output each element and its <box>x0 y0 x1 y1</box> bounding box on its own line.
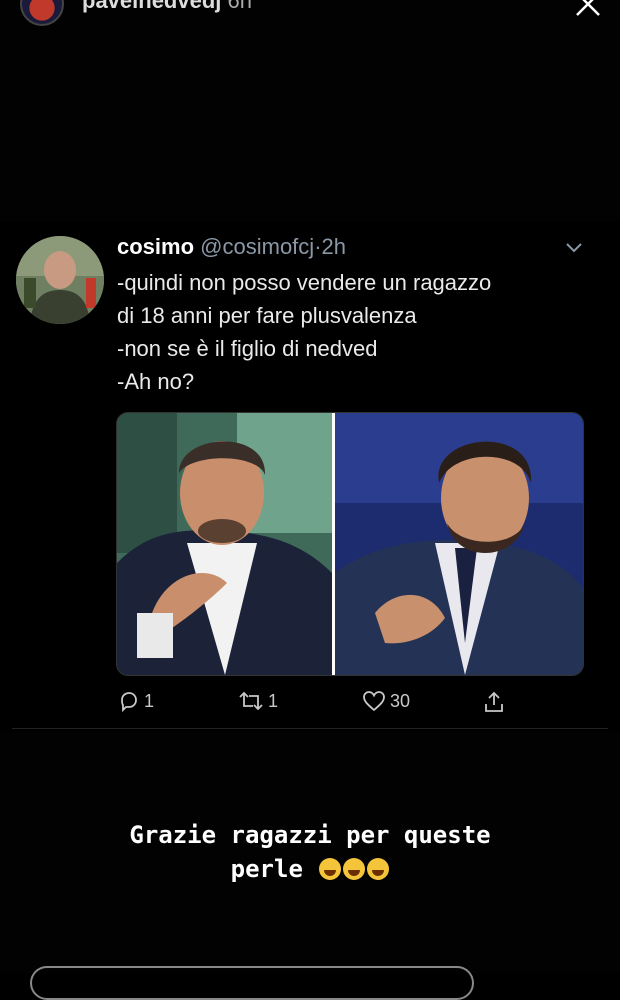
tweet-text-line: -Ah no? <box>117 369 195 394</box>
tweet-avatar[interactable] <box>16 236 104 324</box>
share-button[interactable] <box>482 690 510 714</box>
like-count: 30 <box>390 690 411 711</box>
laughing-emoji-icon <box>343 858 366 880</box>
caption-line: perle <box>230 855 303 883</box>
laughing-emoji-icon <box>367 858 390 880</box>
story-avatar[interactable] <box>20 0 64 26</box>
tweet-time: 2h <box>321 234 346 259</box>
tweet-author-name[interactable]: cosimo <box>117 234 194 259</box>
caption-line: Grazie ragazzi per queste <box>129 821 491 849</box>
like-button[interactable]: 30 <box>362 690 410 712</box>
story-time: 6h <box>227 0 252 13</box>
tweet-header: cosimo @cosimofcj·2h <box>117 234 346 260</box>
laughing-emoji-icon <box>319 858 342 880</box>
tweet-text-line: di 18 anni per fare plusvalenza <box>117 303 417 328</box>
story-username-line[interactable]: pavelnedvedj 6h <box>82 0 252 14</box>
tweet-image-right-photo <box>335 413 583 675</box>
tweet-separator: · <box>314 234 322 259</box>
retweet-icon <box>239 691 263 711</box>
tweet-image-left-photo <box>117 413 332 675</box>
reply-button[interactable]: 1 <box>118 690 154 712</box>
tweet-text-line: -non se è il figlio di nedved <box>117 336 378 361</box>
share-icon <box>485 691 503 712</box>
tweet-image[interactable] <box>116 412 584 676</box>
caption-line-2: perle <box>0 852 620 886</box>
retweet-button[interactable]: 1 <box>238 690 278 712</box>
divider <box>12 728 608 729</box>
retweet-count: 1 <box>268 690 279 711</box>
close-icon[interactable] <box>574 0 602 18</box>
tweet-text: -quindi non posso vendere un ragazzo di … <box>117 266 587 398</box>
story-username[interactable]: pavelnedvedj <box>82 0 221 13</box>
heart-icon <box>363 691 385 712</box>
story-reply-input[interactable] <box>30 966 474 1000</box>
reply-icon <box>121 692 137 712</box>
tweet-text-line: -quindi non posso vendere un ragazzo <box>117 270 492 295</box>
story-frame: pavelnedvedj 6h cosimo @cosimofcj·2h -qu… <box>0 0 620 1000</box>
tweet-author-handle[interactable]: @cosimofcj <box>200 234 314 259</box>
chevron-down-icon[interactable] <box>564 240 584 256</box>
reply-count: 1 <box>144 690 155 711</box>
story-caption: Grazie ragazzi per queste perle <box>0 818 620 886</box>
